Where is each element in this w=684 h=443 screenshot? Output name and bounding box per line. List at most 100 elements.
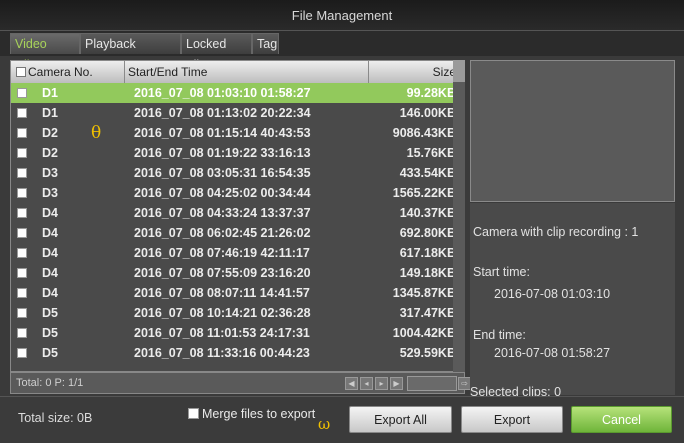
last-page-icon[interactable]: ▶ bbox=[390, 377, 403, 390]
row-size: 1565.22KB bbox=[392, 186, 456, 200]
header-start-end-time[interactable]: Start/End Time bbox=[128, 65, 207, 79]
table-row[interactable]: D5 2016_07_08 10:14:21 02:36:28 317.47KB bbox=[11, 303, 464, 323]
export-all-button[interactable]: Export All bbox=[349, 406, 452, 433]
row-size: 617.18KB bbox=[399, 246, 456, 260]
row-checkbox[interactable] bbox=[17, 248, 27, 258]
tab-video-clips[interactable]: Video Clips bbox=[10, 33, 80, 72]
row-checkbox[interactable] bbox=[17, 88, 27, 98]
row-checkbox[interactable] bbox=[17, 148, 27, 158]
row-size: 149.18KB bbox=[399, 266, 456, 280]
table-row[interactable]: D5 2016_07_08 11:33:16 00:44:23 529.59KB bbox=[11, 343, 464, 363]
table-row[interactable]: D4 2016_07_08 07:46:19 42:11:17 617.18KB bbox=[11, 243, 464, 263]
row-camera: D4 bbox=[42, 286, 58, 300]
scrollbar-thumb[interactable] bbox=[453, 60, 465, 82]
table-row[interactable]: D5 2016_07_08 11:01:53 24:17:31 1004.42K… bbox=[11, 323, 464, 343]
omega-annotation: ω bbox=[318, 415, 331, 433]
row-time: 2016_07_08 06:02:45 21:26:02 bbox=[134, 226, 311, 240]
page-number-input[interactable] bbox=[407, 376, 457, 391]
export-button[interactable]: Export bbox=[461, 406, 563, 433]
row-camera: D4 bbox=[42, 246, 58, 260]
footer-bar: Total size: 0B Merge files to export ω E… bbox=[0, 396, 684, 443]
row-camera: D4 bbox=[42, 226, 58, 240]
total-size-text: Total size: 0B bbox=[18, 411, 93, 425]
header-divider bbox=[124, 61, 125, 83]
header-camera-no[interactable]: Camera No. bbox=[28, 65, 93, 79]
row-camera: D2 bbox=[42, 146, 58, 160]
tab-playback-capture[interactable]: Playback Capture bbox=[80, 33, 181, 72]
row-checkbox[interactable] bbox=[17, 108, 27, 118]
tab-tag[interactable]: Tag bbox=[252, 33, 279, 54]
row-time: 2016_07_08 11:01:53 24:17:31 bbox=[134, 326, 310, 340]
table-row[interactable]: D4 2016_07_08 04:33:24 13:37:37 140.37KB bbox=[11, 203, 464, 223]
row-time: 2016_07_08 04:25:02 00:34:44 bbox=[134, 186, 311, 200]
row-size: 99.28KB bbox=[406, 86, 456, 100]
row-checkbox[interactable] bbox=[17, 348, 27, 358]
prev-page-icon[interactable]: ◂ bbox=[360, 377, 373, 390]
row-checkbox[interactable] bbox=[17, 328, 27, 338]
row-camera: D1 bbox=[42, 86, 58, 100]
list-header: Camera No. Start/End Time Size bbox=[11, 61, 464, 84]
row-checkbox[interactable] bbox=[17, 308, 27, 318]
row-checkbox[interactable] bbox=[17, 228, 27, 238]
row-size: 15.76KB bbox=[406, 146, 456, 160]
file-management-window: File Management Video Clips Playback Cap… bbox=[0, 0, 684, 443]
merge-files-option[interactable]: Merge files to export bbox=[188, 407, 315, 421]
row-camera: D5 bbox=[42, 306, 58, 320]
select-all-checkbox[interactable] bbox=[16, 67, 26, 77]
row-time: 2016_07_08 11:33:16 00:44:23 bbox=[134, 346, 310, 360]
next-page-icon[interactable]: ▸ bbox=[375, 377, 388, 390]
preview-pane bbox=[470, 60, 675, 202]
row-size: 146.00KB bbox=[399, 106, 456, 120]
row-camera: D5 bbox=[42, 346, 58, 360]
row-checkbox[interactable] bbox=[17, 208, 27, 218]
table-row[interactable]: D1 2016_07_08 01:03:10 01:58:27 99.28KB bbox=[11, 83, 464, 103]
table-row[interactable]: D3 2016_07_08 04:25:02 00:34:44 1565.22K… bbox=[11, 183, 464, 203]
table-row[interactable]: D2 2016_07_08 01:19:22 33:16:13 15.76KB bbox=[11, 143, 464, 163]
tab-bar: Video Clips Playback Capture Locked File… bbox=[0, 31, 684, 72]
total-pages-text: Total: 0 P: 1/1 bbox=[16, 377, 84, 389]
list-scrollbar[interactable] bbox=[453, 60, 465, 372]
window-title: File Management bbox=[291, 8, 393, 23]
row-time: 2016_07_08 08:07:11 14:41:57 bbox=[134, 286, 310, 300]
row-checkbox[interactable] bbox=[17, 188, 27, 198]
camera-with-clip-text: Camera with clip recording : 1 bbox=[473, 225, 639, 239]
row-time: 2016_07_08 03:05:31 16:54:35 bbox=[134, 166, 311, 180]
pagination-bar: Total: 0 P: 1/1 ◀ ◂ ▸ ▶ ⇨ bbox=[10, 372, 471, 394]
clip-info-panel: Camera with clip recording : 1 Start tim… bbox=[470, 203, 675, 399]
table-row[interactable]: D4 2016_07_08 06:02:45 21:26:02 692.80KB bbox=[11, 223, 464, 243]
row-size: 529.59KB bbox=[399, 346, 456, 360]
table-row[interactable]: D2 θ 2016_07_08 01:15:14 40:43:53 9086.4… bbox=[11, 123, 464, 143]
row-size: 9086.43KB bbox=[392, 126, 456, 140]
row-time: 2016_07_08 04:33:24 13:37:37 bbox=[134, 206, 311, 220]
row-checkbox[interactable] bbox=[17, 168, 27, 178]
row-checkbox[interactable] bbox=[17, 288, 27, 298]
header-divider bbox=[368, 61, 369, 83]
table-row[interactable]: D1 2016_07_08 01:13:02 20:22:34 146.00KB bbox=[11, 103, 464, 123]
row-time: 2016_07_08 01:03:10 01:58:27 bbox=[134, 86, 311, 100]
cancel-button[interactable]: Cancel bbox=[571, 406, 672, 433]
tab-locked-file[interactable]: Locked File bbox=[181, 33, 252, 72]
row-camera: D3 bbox=[42, 186, 58, 200]
row-camera: D5 bbox=[42, 326, 58, 340]
first-page-icon[interactable]: ◀ bbox=[345, 377, 358, 390]
merge-files-checkbox[interactable] bbox=[188, 408, 199, 419]
row-time: 2016_07_08 10:14:21 02:36:28 bbox=[134, 306, 311, 320]
row-time: 2016_07_08 07:46:19 42:11:17 bbox=[134, 246, 310, 260]
table-row[interactable]: D4 2016_07_08 08:07:11 14:41:57 1345.87K… bbox=[11, 283, 464, 303]
row-checkbox[interactable] bbox=[17, 128, 27, 138]
row-camera: D4 bbox=[42, 206, 58, 220]
table-row[interactable]: D3 2016_07_08 03:05:31 16:54:35 433.54KB bbox=[11, 163, 464, 183]
merge-files-label: Merge files to export bbox=[202, 407, 316, 421]
theta-annotation: θ bbox=[91, 123, 102, 143]
end-time-label: End time: bbox=[473, 328, 526, 342]
row-time: 2016_07_08 01:13:02 20:22:34 bbox=[134, 106, 311, 120]
table-row[interactable]: D4 2016_07_08 07:55:09 23:16:20 149.18KB bbox=[11, 263, 464, 283]
row-checkbox[interactable] bbox=[17, 268, 27, 278]
row-camera: D1 bbox=[42, 106, 58, 120]
end-time-value: 2016-07-08 01:58:27 bbox=[494, 346, 611, 360]
row-time: 2016_07_08 01:19:22 33:16:13 bbox=[134, 146, 311, 160]
row-camera: D4 bbox=[42, 266, 58, 280]
row-size: 1004.42KB bbox=[392, 326, 456, 340]
start-time-value: 2016-07-08 01:03:10 bbox=[494, 287, 611, 301]
row-size: 317.47KB bbox=[399, 306, 456, 320]
